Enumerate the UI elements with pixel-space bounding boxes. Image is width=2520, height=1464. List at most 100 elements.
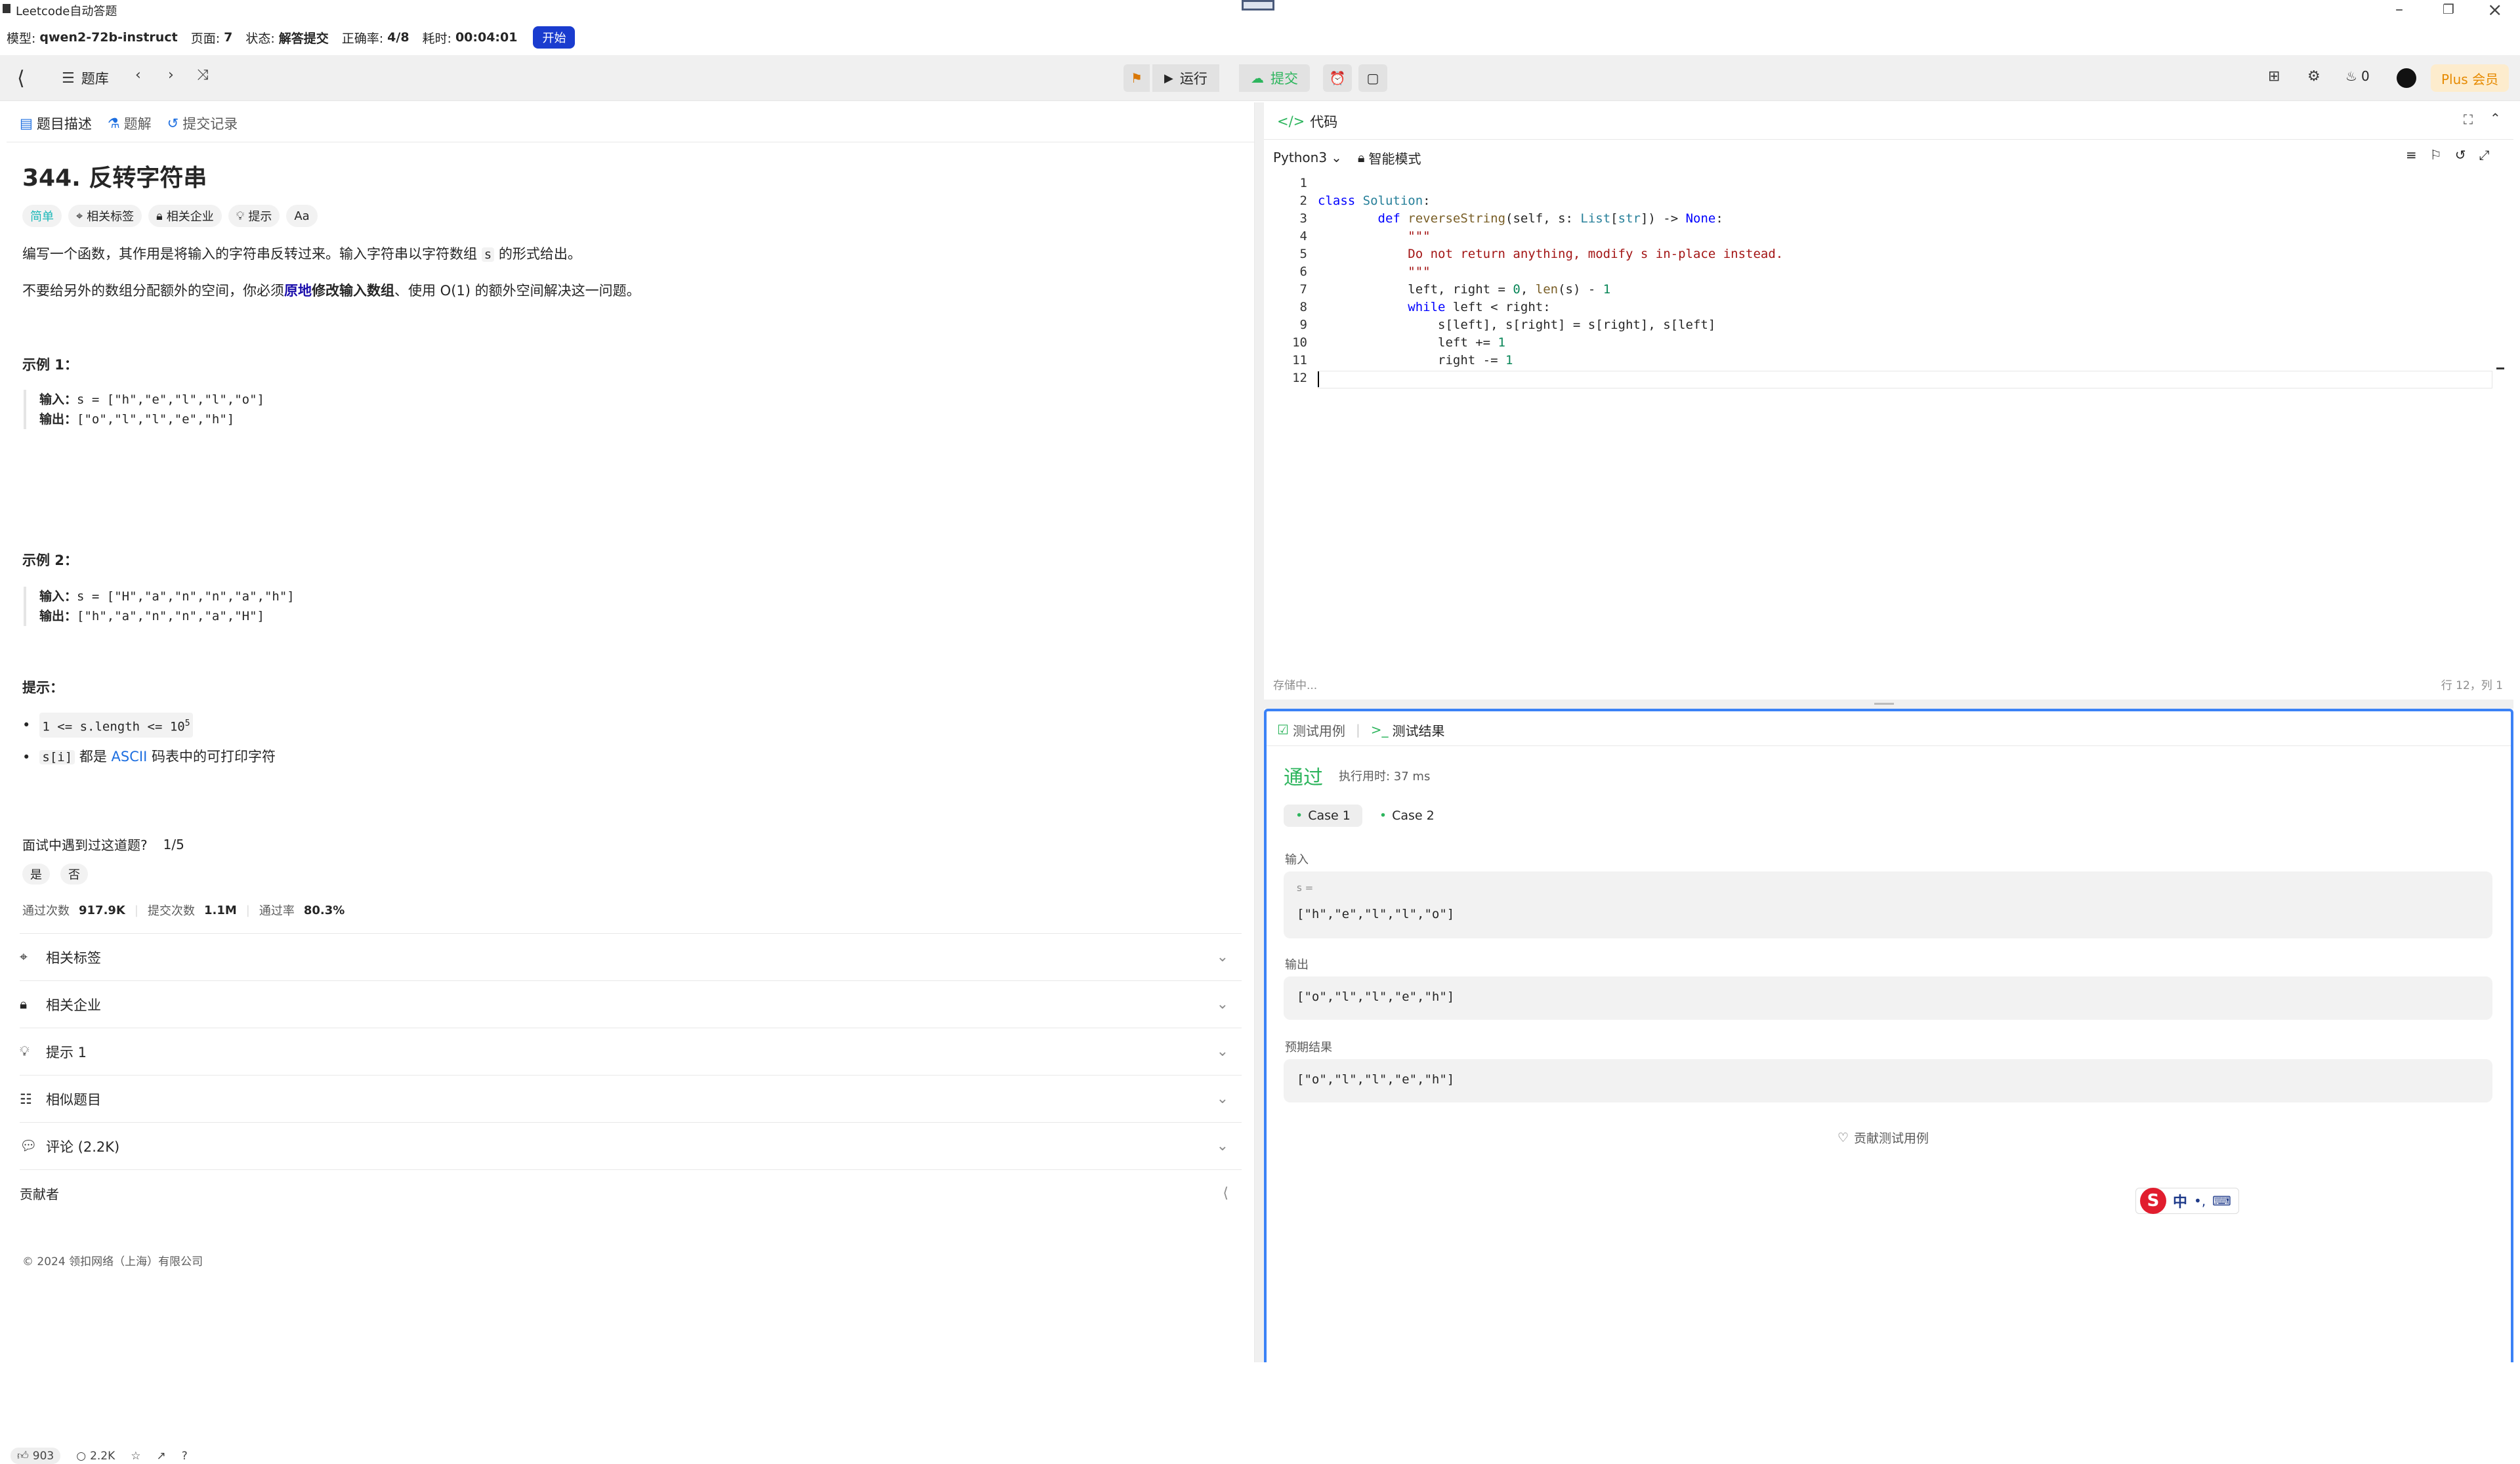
smart-mode-label: 智能模式	[1368, 150, 1421, 167]
avatar[interactable]	[2397, 68, 2416, 88]
accordion-hint[interactable]: 💡︎ 提示 1 ⌄	[20, 1028, 1242, 1075]
prev-problem-icon[interactable]: ‹	[135, 67, 141, 83]
alarm-icon[interactable]: ⏰	[1323, 64, 1352, 92]
case-2-tab[interactable]: • Case 2	[1373, 805, 1441, 827]
hint-chip[interactable]: 💡︎ 提示	[228, 205, 280, 227]
ascii-link[interactable]: ASCII	[112, 749, 148, 764]
tab-solutions[interactable]: ⚗ 题解	[108, 114, 152, 133]
time-label: 耗时:	[422, 31, 452, 46]
contributors-row[interactable]: 贡献者 ⟨	[20, 1169, 1242, 1217]
tab-submissions[interactable]: ↺ 提交记录	[167, 114, 238, 133]
minimize-button[interactable]: –	[2395, 0, 2403, 18]
model-value: qwen2-72b-instruct	[39, 30, 178, 45]
constraint-1: • 1 <= s.length <= 105	[22, 713, 193, 738]
ime-punctuation-icon: •,	[2194, 1193, 2206, 1209]
vertical-splitter[interactable]	[1255, 102, 1264, 1362]
example-2-block: 输入：s = ["H","a","n","n","a","h"] 输出：["h"…	[24, 587, 295, 626]
example-1-output: ["o","l","l","e","h"]	[77, 412, 235, 427]
no-button[interactable]: 否	[60, 864, 88, 885]
reset-icon[interactable]: ↺	[2455, 147, 2466, 163]
collapse-icon[interactable]: ⌃	[2490, 110, 2501, 126]
accordion-similar[interactable]: ☷ 相似题目 ⌄	[20, 1075, 1242, 1122]
terminal-icon: >_	[1370, 722, 1389, 738]
cloud-upload-icon: ☁	[1251, 70, 1264, 86]
accordion-comments[interactable]: 💬︎ 评论 (2.2K) ⌄	[20, 1122, 1242, 1169]
gear-icon[interactable]: ⚙	[2307, 68, 2320, 85]
help-icon[interactable]: ?	[182, 1450, 188, 1463]
fullscreen-icon[interactable]: ⛶	[2464, 112, 2473, 127]
chevron-down-icon: ⌄	[1216, 996, 1228, 1013]
language-select[interactable]: Python3 ⌄	[1273, 150, 1342, 165]
example-2-input-label: 输入：	[39, 589, 77, 604]
start-button[interactable]: 开始	[533, 26, 576, 49]
debug-icon[interactable]: ⚑	[1124, 64, 1150, 92]
constraint-1-text: 1 <= s.length <= 10	[42, 719, 185, 734]
accepted-label: 通过次数	[22, 904, 70, 918]
ime-language: 中	[2173, 1194, 2188, 1211]
plus-member-button[interactable]: Plus 会员	[2431, 64, 2510, 92]
note-icon[interactable]: ▢	[1358, 64, 1387, 92]
run-button[interactable]: ▶ 运行	[1152, 64, 1219, 92]
chevron-down-icon: ⌄	[1216, 949, 1228, 965]
share-icon[interactable]: ↗	[157, 1450, 166, 1463]
layout-icon[interactable]: ⊞	[2268, 68, 2280, 85]
companies-chip[interactable]: 🔒︎ 相关企业	[148, 205, 222, 227]
language-label: Python3	[1273, 150, 1328, 165]
horizontal-splitter[interactable]	[1264, 700, 2513, 709]
code-line-10: left += 1	[1318, 335, 1505, 350]
star-icon[interactable]: ☆	[131, 1450, 140, 1463]
page-label: 页面:	[190, 31, 220, 46]
expand-icon[interactable]: ⤢	[2479, 147, 2489, 163]
comment-icon: ○	[76, 1449, 87, 1463]
desc1-text: 编写一个函数，其作用是将输入的字符串反转过来。输入字符串以字符数组	[22, 246, 482, 262]
saving-status: 存储中...	[1273, 679, 1318, 692]
accordion-related-tags[interactable]: ⌖ 相关标签 ⌄	[20, 933, 1242, 980]
stats-separator: |	[134, 903, 138, 917]
ime-toolbar[interactable]: S 中 •, ⌨	[2135, 1188, 2239, 1214]
restore-button[interactable]: ❐	[2443, 1, 2454, 17]
next-problem-icon[interactable]: ›	[168, 67, 174, 83]
sogou-logo-icon: S	[2140, 1188, 2166, 1214]
case-1-tab[interactable]: • Case 1	[1284, 805, 1362, 827]
list-tree-icon: ☷	[20, 1091, 32, 1107]
lock-icon: 🔒︎	[20, 996, 28, 1012]
output-label: 输出	[1285, 958, 1309, 972]
state-value: 解答提交	[278, 31, 329, 46]
tab-separator: |	[1355, 722, 1360, 738]
editor-scrollbar[interactable]	[2496, 176, 2504, 373]
app-icon	[3, 4, 10, 13]
tab-test-results[interactable]: >_ 测试结果	[1371, 721, 1445, 740]
tab-testcases[interactable]: ☑ 测试用例	[1277, 721, 1345, 740]
flame-icon: ♨	[2345, 68, 2357, 84]
example-1-title: 示例 1：	[22, 357, 78, 373]
random-problem-icon[interactable]: ⤨	[197, 67, 209, 83]
code-line-8: while left < right:	[1408, 300, 1551, 314]
window-titlebar: Leetcode自动答题 – ❐ ×	[0, 0, 2520, 20]
contribute-testcase-button[interactable]: ♡ 贡献测试用例	[1838, 1129, 1929, 1146]
yes-button[interactable]: 是	[22, 864, 50, 885]
related-tags-chip[interactable]: ⌖ 相关标签	[68, 205, 142, 227]
submit-button[interactable]: ☁ 提交	[1239, 64, 1310, 92]
line-numbers: 1 2 3 4 5 6 7 8 9 10 11 12	[1292, 176, 1307, 385]
like-button[interactable]: 👍︎ 903	[10, 1448, 61, 1464]
constraint-2: • s[i] 都是 ASCII 码表中的可打印字符	[22, 749, 276, 765]
streak-counter[interactable]: ♨ 0	[2345, 68, 2370, 84]
problem-list-button[interactable]: ☰ 题库	[62, 68, 109, 88]
smart-mode-toggle[interactable]: 🔒︎ 智能模式	[1358, 148, 1421, 167]
leetcode-logo-icon[interactable]: ⟨	[17, 67, 25, 90]
code-header: </> 代码	[1277, 112, 1337, 131]
example-1-input-label: 输入：	[39, 392, 77, 407]
accordion-related-tags-label: 相关标签	[46, 950, 101, 966]
format-icon[interactable]: ≡	[2406, 147, 2417, 163]
tab-description[interactable]: ▤ 题目描述	[20, 114, 92, 133]
comment-icon: 💬︎	[20, 1138, 37, 1154]
font-size-chip[interactable]: Aa	[286, 205, 318, 227]
in-place-link[interactable]: 原地	[284, 283, 312, 299]
close-button[interactable]: ×	[2487, 0, 2502, 20]
comments-button[interactable]: ○ 2.2K	[76, 1450, 115, 1463]
accordion-companies[interactable]: 🔒︎ 相关企业 ⌄	[20, 980, 1242, 1028]
chevron-down-icon: ⌄	[1216, 1091, 1228, 1107]
code-editor[interactable]: 1 2 3 4 5 6 7 8 9 10 11 12 class Solution: def reve…	[1264, 176, 2504, 388]
bookmark-icon[interactable]: ⚐	[2430, 147, 2442, 163]
top-navbar: ⟨ ☰ 题库 ‹ › ⤨ ⚑ ▶ 运行 ☁ 提交 ⏰ ▢ ⊞ ⚙ ♨ 0 Plu…	[0, 55, 2520, 101]
